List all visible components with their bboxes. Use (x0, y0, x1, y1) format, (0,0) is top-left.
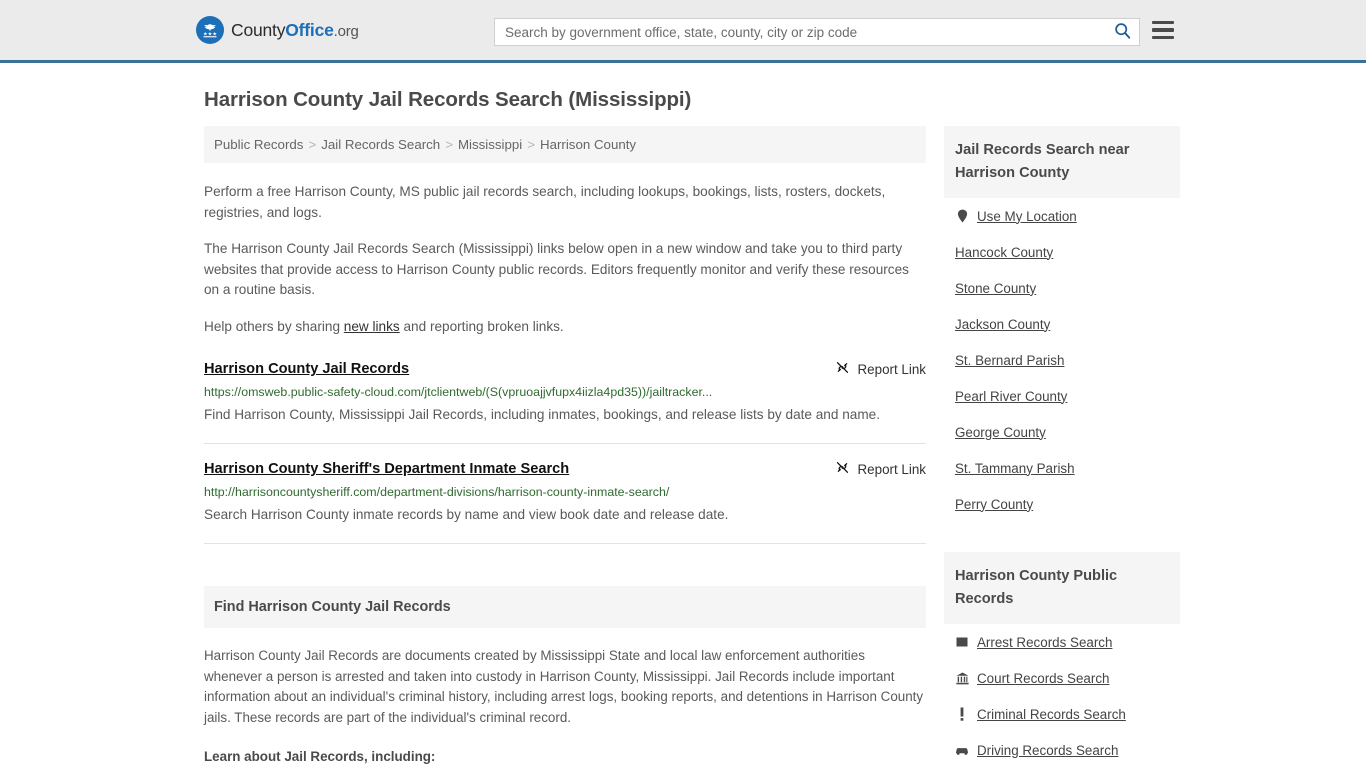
result-title-link[interactable]: Harrison County Sheriff's Department Inm… (204, 459, 569, 479)
find-section-paragraph: Harrison County Jail Records are documen… (204, 648, 924, 725)
eagle-seal-icon: ★★★ (196, 16, 224, 44)
content-layout: Public Records > Jail Records Search > Missi… (204, 126, 1180, 768)
menu-bar-3 (1152, 35, 1174, 39)
result-item: Harrison County Sheriff's Department Inm… (204, 444, 926, 544)
breadcrumb-separator-2: > (527, 137, 535, 152)
menu-bar-1 (1152, 21, 1174, 25)
sidebar: Jail Records Search near Harrison County… (944, 126, 1180, 768)
sidebar-item-court-records-search[interactable]: Court Records Search (955, 660, 1180, 696)
sidebar-item-st-bernard-parish[interactable]: St. Bernard Parish (955, 342, 1180, 378)
sidebar-item-driving-records-search[interactable]: Driving Records Search (955, 732, 1180, 768)
breadcrumb-separator-0: > (308, 137, 317, 152)
report-link-button[interactable]: Report Link (835, 359, 926, 378)
search-button[interactable] (1105, 19, 1139, 45)
sidebar-link[interactable]: Use My Location (977, 209, 1077, 224)
sidebar-public-records-box: Harrison County Public Records Arrest Re… (944, 552, 1180, 768)
new-links-link[interactable]: new links (344, 319, 400, 334)
sidebar-link[interactable]: Court Records Search (977, 671, 1109, 686)
site-logo[interactable]: ★★★ CountyOffice.org (196, 16, 359, 44)
sidebar-nearby-list: Use My Location Hancock County Stone Cou… (944, 198, 1180, 522)
breadcrumb: Public Records > Jail Records Search > Missi… (204, 126, 926, 163)
report-link-button[interactable]: Report Link (835, 459, 926, 478)
sidebar-item-st-tammany-parish[interactable]: St. Tammany Parish (955, 450, 1180, 486)
logo-part-office: Office (285, 19, 334, 40)
search-icon (1114, 22, 1131, 42)
intro-text: Perform a free Harrison County, MS publi… (204, 182, 926, 337)
result-url: http://harrisoncountysheriff.com/departm… (204, 485, 670, 499)
hamburger-menu-icon[interactable] (1152, 21, 1174, 39)
site-header: ★★★ CountyOffice.org (0, 0, 1366, 63)
sidebar-item-stone-county[interactable]: Stone County (955, 270, 1180, 306)
sidebar-item-criminal-records-search[interactable]: Criminal Records Search (955, 696, 1180, 732)
broken-link-icon (835, 360, 850, 378)
intro-paragraph-3: Help others by sharing new links and rep… (204, 317, 926, 338)
breadcrumb-item-1[interactable]: Jail Records Search (321, 137, 440, 152)
broken-link-icon (835, 460, 850, 478)
sidebar-link[interactable]: Hancock County (955, 245, 1053, 260)
menu-bar-2 (1152, 28, 1174, 32)
intro-p3-after: and reporting broken links. (399, 318, 564, 334)
result-description: Find Harrison County, Mississippi Jail R… (204, 407, 880, 422)
sidebar-link[interactable]: St. Bernard Parish (955, 353, 1064, 368)
sidebar-item-use-my-location[interactable]: Use My Location (955, 198, 1180, 234)
main-column: Public Records > Jail Records Search > Missi… (204, 126, 926, 768)
sidebar-link[interactable]: Jackson County (955, 317, 1050, 332)
sidebar-link[interactable]: Stone County (955, 281, 1036, 296)
result-item: Harrison County Jail Records Report Link… (204, 359, 926, 444)
fingerprint-card-icon (955, 635, 969, 649)
sidebar-link[interactable]: Pearl River County (955, 389, 1067, 404)
map-pin-icon (955, 209, 969, 223)
find-section-heading: Find Harrison County Jail Records (204, 586, 926, 628)
sidebar-link[interactable]: Criminal Records Search (977, 707, 1126, 722)
breadcrumb-item-2[interactable]: Mississippi (458, 137, 522, 152)
logo-part-county: County (231, 19, 286, 40)
car-icon (955, 743, 969, 757)
breadcrumb-item-0[interactable]: Public Records (214, 137, 303, 152)
report-link-label: Report Link (857, 361, 926, 377)
result-title-link[interactable]: Harrison County Jail Records (204, 359, 409, 379)
result-url: https://omsweb.public-safety-cloud.com/j… (204, 385, 713, 399)
sidebar-nearby-heading: Jail Records Search near Harrison County (944, 126, 1180, 198)
report-link-label: Report Link (857, 461, 926, 477)
result-header: Harrison County Jail Records Report Link (204, 359, 926, 379)
site-logo-text: CountyOffice.org (231, 20, 359, 41)
result-description: Search Harrison County inmate records by… (204, 507, 729, 522)
sidebar-link[interactable]: Arrest Records Search (977, 635, 1112, 650)
page-title: Harrison County Jail Records Search (Mis… (204, 88, 692, 111)
breadcrumb-item-3: Harrison County (540, 137, 637, 152)
find-section-body: Harrison County Jail Records are documen… (204, 646, 926, 768)
search-bar[interactable] (494, 18, 1140, 46)
find-section-lead-in: Learn about Jail Records, including: (204, 749, 436, 764)
courthouse-icon (955, 671, 969, 685)
sidebar-item-hancock-county[interactable]: Hancock County (955, 234, 1180, 270)
intro-paragraph-1: Perform a free Harrison County, MS publi… (204, 184, 886, 220)
intro-p3-before: Help others by sharing (204, 318, 344, 334)
sidebar-link[interactable]: Driving Records Search (977, 743, 1118, 758)
exclamation-icon (955, 707, 969, 721)
sidebar-item-george-county[interactable]: George County (955, 414, 1180, 450)
sidebar-item-arrest-records-search[interactable]: Arrest Records Search (955, 624, 1180, 660)
sidebar-item-jackson-county[interactable]: Jackson County (955, 306, 1180, 342)
intro-paragraph-2: The Harrison County Jail Records Search … (204, 241, 909, 297)
sidebar-nearby-box: Jail Records Search near Harrison County… (944, 126, 1180, 522)
sidebar-public-records-heading: Harrison County Public Records (944, 552, 1180, 624)
results-list: Harrison County Jail Records Report Link… (204, 359, 926, 544)
sidebar-public-records-list: Arrest Records Search Court Records Sear… (944, 624, 1180, 768)
sidebar-item-perry-county[interactable]: Perry County (955, 486, 1180, 522)
breadcrumb-separator-1: > (445, 137, 453, 152)
sidebar-link[interactable]: St. Tammany Parish (955, 461, 1075, 476)
search-input[interactable] (495, 19, 1105, 45)
sidebar-link[interactable]: George County (955, 425, 1046, 440)
page-container: Harrison County Jail Records Search (Mis… (0, 88, 1366, 768)
logo-part-tld: .org (333, 22, 359, 40)
sidebar-link[interactable]: Perry County (955, 497, 1033, 512)
result-header: Harrison County Sheriff's Department Inm… (204, 459, 926, 479)
sidebar-item-pearl-river-county[interactable]: Pearl River County (955, 378, 1180, 414)
